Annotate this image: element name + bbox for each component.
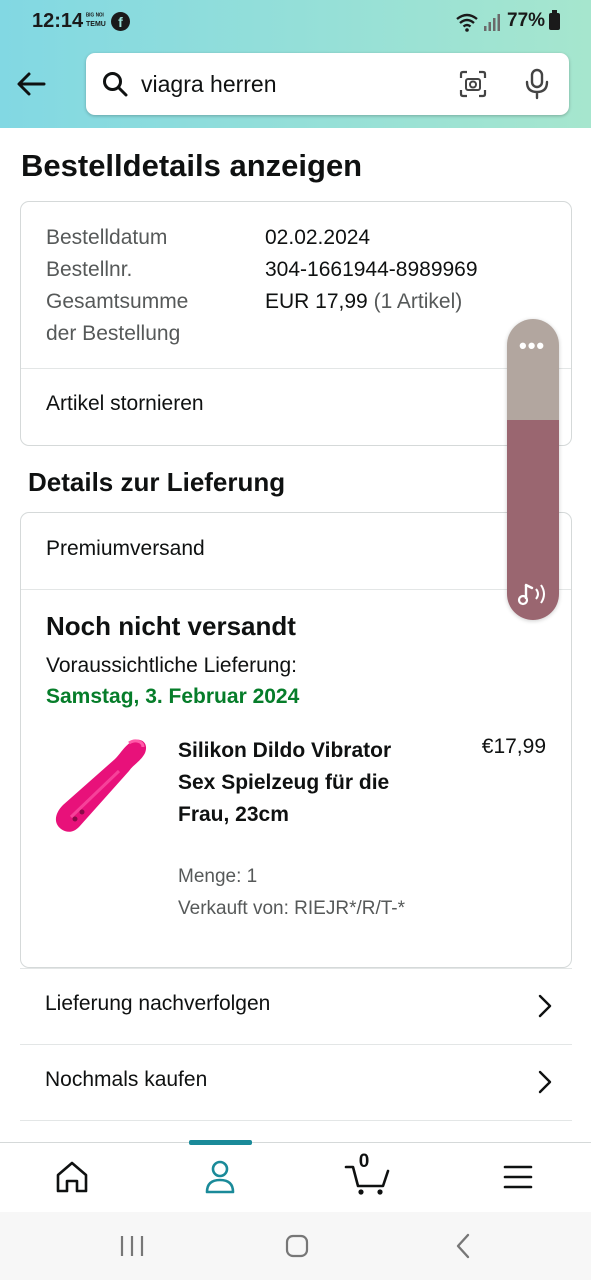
bottom-nav: 0 (0, 1140, 591, 1212)
order-summary-card: Bestelldatum 02.02.2024 Bestellnr. 304-1… (20, 201, 572, 446)
status-time: 12:14 (32, 10, 84, 32)
shipping-method: Premiumversand (46, 537, 205, 560)
page-title: Bestelldetails anzeigen (21, 148, 363, 183)
product-seller: Verkauft von: RIEJR*/R/T-* (178, 898, 406, 919)
home-circle-icon[interactable] (283, 1232, 311, 1260)
shipment-status: Noch nicht versandt (46, 611, 296, 641)
back-chevron-icon[interactable] (452, 1232, 476, 1260)
cart-count-badge: 0 (358, 1151, 370, 1172)
order-total-items: (1 Artikel) (373, 290, 463, 313)
delivery-card: Premiumversand Noch nicht versandt Vorau… (20, 512, 572, 968)
buy-again-label: Nochmals kaufen (45, 1068, 208, 1091)
home-icon[interactable] (42, 1157, 102, 1197)
battery-percent: 77% (507, 10, 546, 31)
product-quantity: Menge: 1 (178, 866, 258, 887)
order-total-value: EUR 17,99 (1 Artikel) (265, 290, 462, 314)
account-icon[interactable] (190, 1157, 250, 1197)
recents-icon[interactable] (118, 1234, 146, 1258)
product-name[interactable]: Silikon Dildo Vibrator Sex Spielzeug für… (178, 735, 408, 831)
product-thumbnail[interactable] (49, 731, 159, 841)
track-delivery-row[interactable]: Lieferung nachverfolgen (20, 968, 572, 1044)
back-arrow-icon[interactable] (14, 66, 50, 102)
eta-date: Samstag, 3. Februar 2024 (46, 685, 300, 708)
order-date-value: 02.02.2024 (265, 226, 371, 249)
divider (21, 368, 571, 369)
microphone-icon[interactable] (523, 68, 551, 100)
top-bar: 12:14 ᴮᴵᴳ ᴺᴼᴵ TEMU f 77% viagra herren (0, 0, 591, 128)
facebook-icon: f (111, 12, 130, 31)
camera-scan-icon[interactable] (459, 70, 487, 98)
order-total-label-line1: Gesamtsumme (46, 290, 189, 313)
buy-again-row[interactable]: Nochmals kaufen (20, 1044, 572, 1120)
music-sound-icon[interactable] (516, 581, 550, 607)
order-number-label: Bestellnr. (46, 258, 133, 281)
divider (21, 589, 571, 590)
temu-mini-badge: ᴮᴵᴳ ᴺᴼᴵ TEMU (86, 13, 106, 28)
list-item (20, 1120, 572, 1142)
signal-icon (484, 14, 500, 31)
status-bar: 12:14 ᴮᴵᴳ ᴺᴼᴵ TEMU f 77% (0, 0, 591, 46)
delivery-section-title: Details zur Lieferung (28, 467, 286, 497)
search-bar[interactable]: viagra herren (86, 53, 569, 115)
order-total-label-line2: der Bestellung (46, 322, 181, 345)
order-date-label: Bestelldatum (46, 226, 168, 249)
chevron-right-icon (538, 1070, 552, 1094)
search-icon (103, 72, 128, 97)
order-number-value: 304-1661944-8989969 (265, 258, 478, 281)
battery-icon (549, 10, 560, 30)
cancel-items-button[interactable]: Artikel stornieren (46, 392, 204, 416)
wifi-icon (456, 13, 478, 32)
floating-overlay-widget[interactable]: ••• (507, 319, 559, 620)
order-total-amount: EUR 17,99 (265, 290, 368, 313)
cart-button[interactable]: 0 (340, 1151, 400, 1197)
track-delivery-label: Lieferung nachverfolgen (45, 992, 271, 1015)
system-nav-bar (0, 1212, 591, 1280)
menu-icon[interactable] (488, 1157, 548, 1197)
search-input[interactable]: viagra herren (141, 71, 277, 98)
eta-label: Voraussichtliche Lieferung: (46, 654, 297, 677)
product-price: €17,99 (481, 735, 546, 758)
chevron-right-icon (538, 994, 552, 1018)
more-dots-icon[interactable]: ••• (519, 333, 545, 359)
active-tab-indicator (189, 1140, 252, 1145)
